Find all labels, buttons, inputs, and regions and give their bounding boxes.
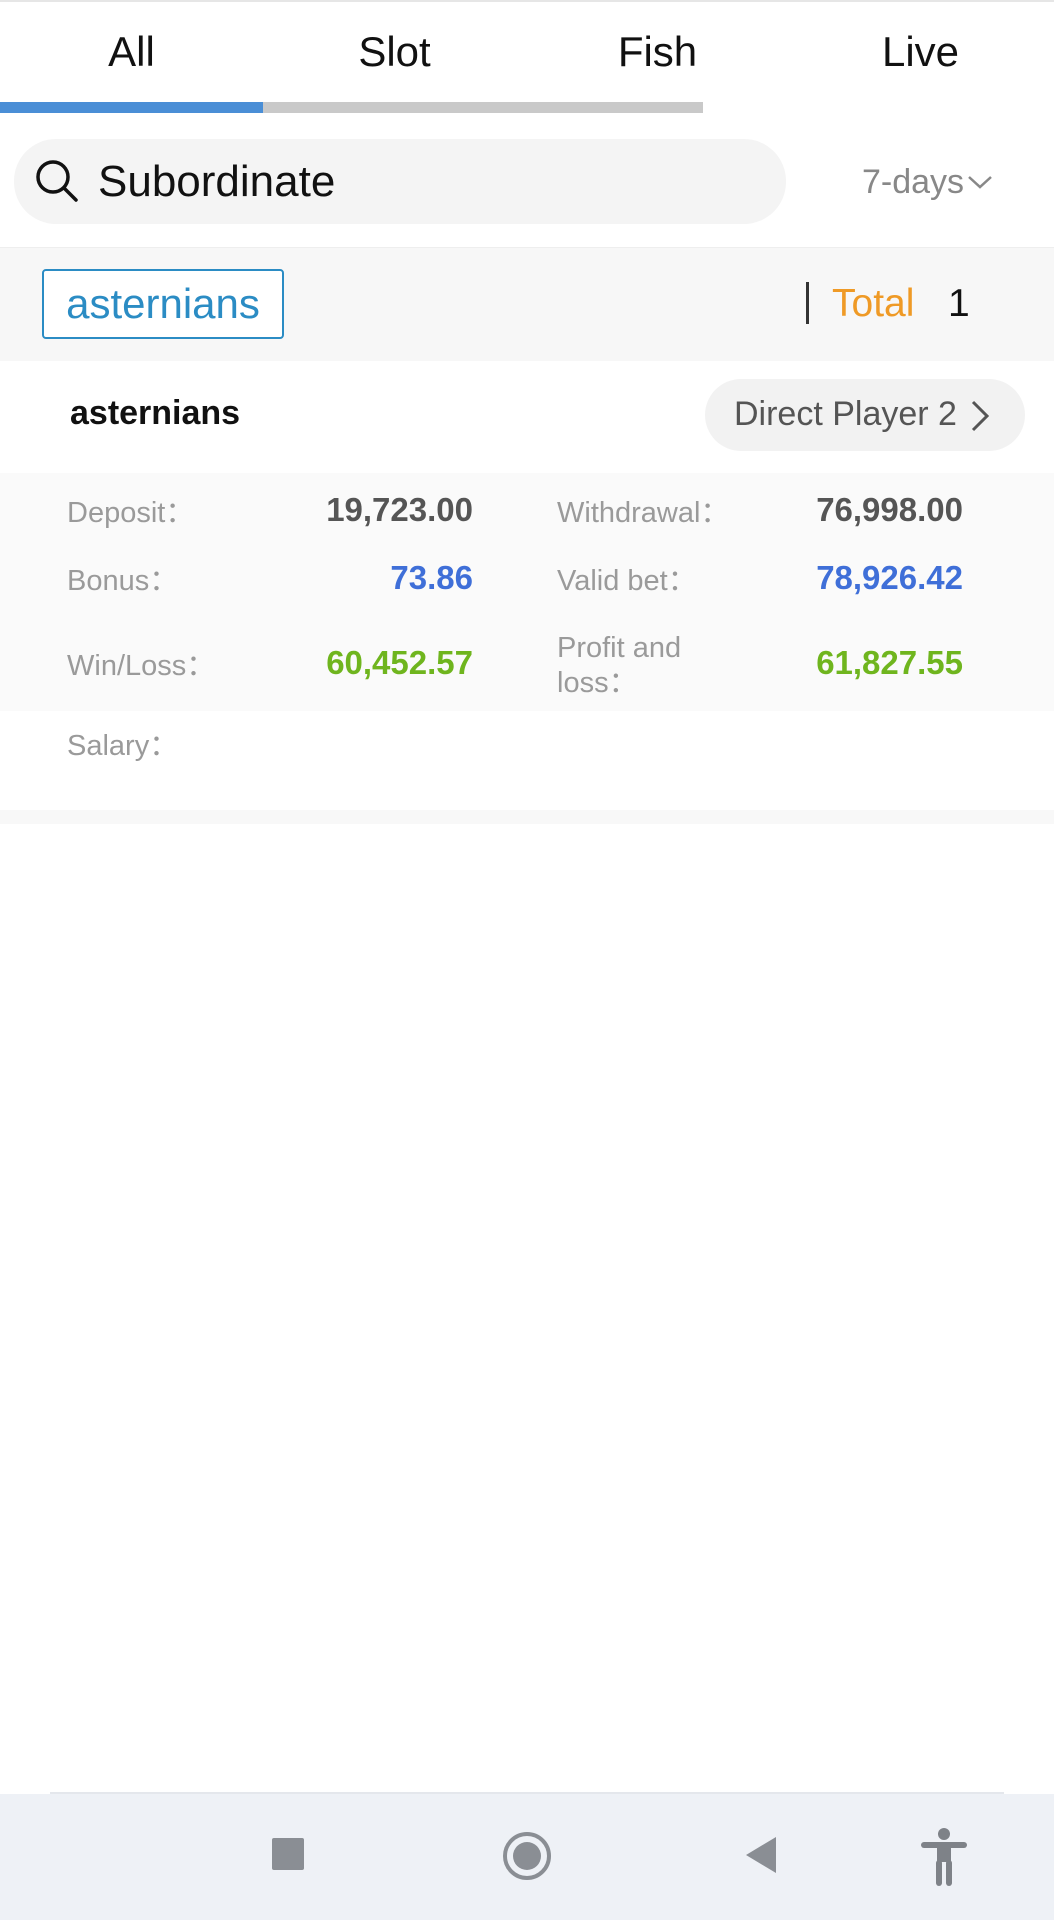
search-bar[interactable] (14, 139, 786, 224)
player-stats: Deposit： 19,723.00 Withdrawal： 76,998.00… (0, 473, 1054, 711)
profit-loss-value: 61,827.55 (816, 644, 963, 681)
recents-square-icon[interactable] (271, 1837, 305, 1871)
bonus-label: Bonus： (67, 565, 179, 597)
win-loss-value: 60,452.57 (326, 644, 473, 681)
salary-label: Salary： (67, 730, 179, 762)
valid-bet-value: 78,926.42 (816, 559, 963, 596)
total-count: 1 (948, 282, 970, 325)
search-icon[interactable] (32, 156, 82, 206)
date-range-dropdown[interactable]: 7-days (862, 158, 994, 206)
accessibility-icon[interactable] (919, 1827, 969, 1887)
win-loss-label: Win/Loss： (67, 650, 216, 682)
total-label: Total (832, 282, 915, 325)
player-card: asternians Direct Player 2 Deposit： 19,7… (0, 361, 1054, 811)
profit-loss-label-line2: loss： (557, 667, 638, 699)
home-circle-icon[interactable] (502, 1831, 552, 1881)
player-filter-chip[interactable]: asternians (42, 269, 284, 339)
back-triangle-icon[interactable] (744, 1836, 778, 1874)
game-type-tabs: All Slot Fish Live (0, 0, 1054, 113)
bonus-value: 73.86 (390, 559, 473, 596)
tab-all[interactable]: All (0, 28, 263, 76)
tab-slot[interactable]: Slot (263, 28, 526, 76)
divider (806, 282, 809, 324)
tab-live[interactable]: Live (789, 28, 1052, 76)
tab-indicator-track (0, 102, 703, 113)
system-nav-bar (0, 1794, 1054, 1920)
withdrawal-value: 76,998.00 (816, 491, 963, 528)
valid-bet-label: Valid bet： (557, 565, 697, 597)
filter-bar: asternians Total 1 (0, 247, 1054, 361)
chevron-right-icon (971, 400, 990, 432)
deposit-label: Deposit： (67, 497, 195, 529)
deposit-value: 19,723.00 (326, 491, 473, 528)
chevron-down-icon (968, 176, 992, 189)
direct-player-button[interactable]: Direct Player 2 (705, 379, 1025, 451)
profit-loss-label-line1: Profit and (557, 632, 682, 664)
direct-player-label: Direct Player 2 (734, 395, 957, 433)
player-name: asternians (70, 394, 241, 432)
tab-indicator-active (0, 102, 263, 113)
search-input[interactable] (98, 139, 758, 224)
card-bottom-divider (0, 810, 1054, 824)
tab-fish[interactable]: Fish (526, 28, 789, 76)
date-range-label: 7-days (862, 162, 965, 201)
